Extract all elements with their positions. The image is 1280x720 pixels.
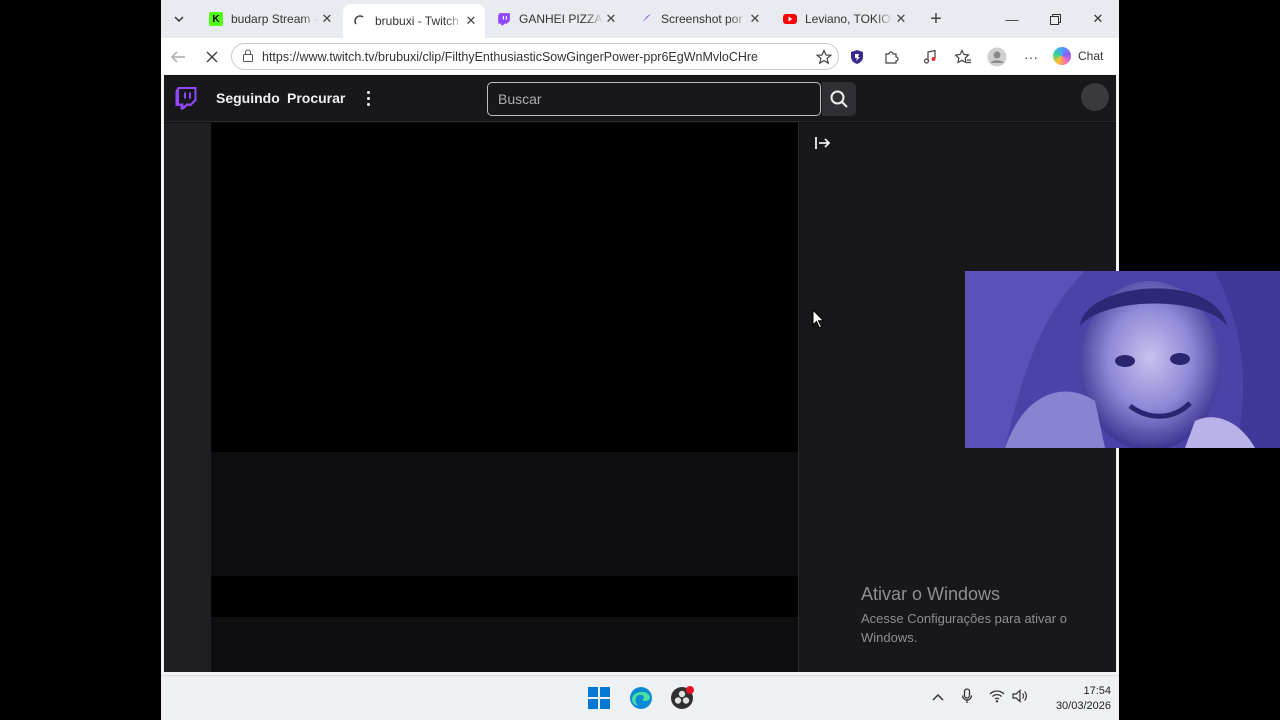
nav-browse-link[interactable]: Procurar [287,90,345,106]
url-text: https://www.twitch.tv/brubuxi/clip/Filth… [262,49,759,64]
tab-brubuxi[interactable]: brubuxi - Twitch ✕ [343,4,485,38]
webcam-overlay [965,271,1280,448]
kick-icon: K [209,12,223,26]
new-tab-button[interactable]: + [925,8,947,30]
search-icon [830,90,848,108]
back-arrow-icon[interactable] [167,46,189,68]
profile-avatar-icon[interactable] [986,46,1008,68]
clip-video-player[interactable] [211,123,798,452]
site-info-icon[interactable] [242,49,256,65]
twitch-top-nav: Seguindo Procurar [164,75,1116,122]
close-tab-icon[interactable]: ✕ [603,11,619,27]
shield-extension-icon[interactable] [846,46,868,68]
copilot-chat-button[interactable]: Chat [1053,44,1103,68]
restore-button[interactable] [1043,8,1067,30]
close-tab-icon[interactable]: ✕ [319,11,335,27]
more-options-icon[interactable]: ··· [1020,46,1042,68]
tab-title: GANHEI PIZZA - T [519,12,603,26]
obs-studio-icon[interactable] [668,684,696,712]
minimize-button[interactable]: — [1000,8,1024,30]
close-tab-icon[interactable]: ✕ [463,13,479,29]
youtube-icon [783,12,797,26]
collapse-panel-icon[interactable] [813,133,833,153]
copilot-icon [1053,47,1071,65]
close-tab-icon[interactable]: ✕ [893,11,909,27]
close-window-button[interactable]: ✕ [1086,8,1110,30]
windows-taskbar: 17:54 30/03/2026 [161,675,1119,720]
feather-icon [639,12,653,26]
wifi-icon[interactable] [989,689,1005,706]
volume-icon[interactable] [1012,689,1028,706]
close-tab-icon[interactable]: ✕ [747,11,763,27]
edge-browser-icon[interactable] [627,684,655,712]
tab-budarp[interactable]: K budarp Stream - W ✕ [199,4,341,34]
stop-loading-icon[interactable] [201,46,223,68]
tab-screenshot[interactable]: Screenshot por Lig ✕ [629,4,769,34]
watermark-title: Ativar o Windows [861,584,1001,604]
favorites-collection-icon[interactable] [952,46,974,68]
left-sidebar-rail [164,123,211,672]
clip-action-strip [211,576,798,617]
show-hidden-icons-chevron[interactable] [932,690,944,705]
clip-info-area [211,452,798,576]
microphone-icon[interactable] [961,688,973,707]
loading-spinner-icon [353,14,367,28]
clock-date: 30/03/2026 [1055,700,1111,712]
mouse-cursor-icon [812,308,826,329]
clock-time: 17:54 [1083,685,1111,697]
twitch-icon [497,12,511,26]
tab-title: Screenshot por Lig [661,12,747,26]
user-avatar[interactable] [1081,83,1109,111]
clip-lower-area [211,617,798,672]
tab-strip: K budarp Stream - W ✕ brubuxi - Twitch ✕… [161,0,1119,38]
url-bar[interactable]: https://www.twitch.tv/brubuxi/clip/Filth… [231,43,839,70]
extensions-puzzle-icon[interactable] [880,46,902,68]
webcam-person-image [965,271,1280,448]
screen: K budarp Stream - W ✕ brubuxi - Twitch ✕… [0,0,1280,720]
nav-following-link[interactable]: Seguindo [216,90,280,106]
tab-title: Leviano, TOKIODK [805,12,893,26]
twitch-logo-icon[interactable] [174,86,198,110]
search-input[interactable] [498,91,820,107]
favorite-star-icon[interactable] [813,46,835,68]
media-control-icon[interactable] [919,46,941,68]
more-menu-icon[interactable] [362,87,374,109]
tab-title: brubuxi - Twitch [375,14,459,28]
chat-label: Chat [1078,49,1104,63]
search-button[interactable] [822,82,856,116]
tab-leviano[interactable]: Leviano, TOKIODK ✕ [773,4,915,34]
tab-search-chevron-icon[interactable] [167,7,191,31]
tab-ganhei-pizza[interactable]: GANHEI PIZZA - T ✕ [487,4,625,34]
search-box [487,82,821,116]
windows-activation-watermark: Ativar o Windows Acesse Configurações pa… [861,584,1101,647]
system-clock[interactable]: 17:54 30/03/2026 [1041,684,1111,714]
address-toolbar: https://www.twitch.tv/brubuxi/clip/Filth… [161,38,1119,74]
windows-start-icon[interactable] [585,684,613,712]
tab-title: budarp Stream - W [231,12,319,26]
watermark-subtitle: Acesse Configurações para ativar o Windo… [861,611,1067,645]
